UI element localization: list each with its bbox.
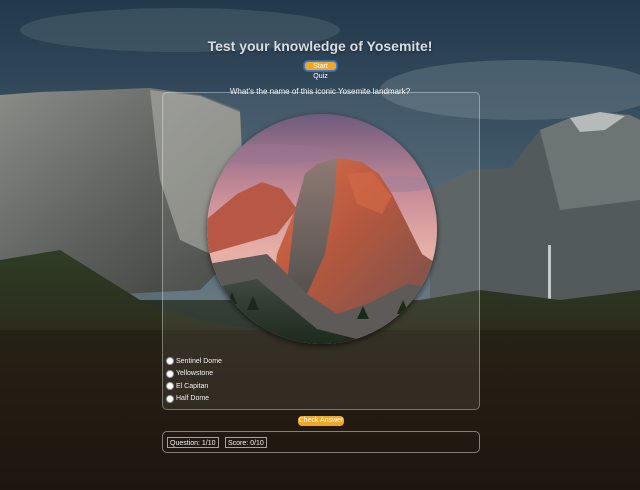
question-counter: Question: 1/10 bbox=[167, 437, 219, 448]
status-bar: Question: 1/10 Score: 0/10 bbox=[162, 431, 480, 453]
option-yellowstone[interactable]: Yellowstone bbox=[166, 368, 366, 381]
quiz-page: Test your knowledge of Yosemite! Start Q… bbox=[0, 0, 640, 490]
radio-button[interactable] bbox=[166, 369, 174, 378]
radio-button[interactable] bbox=[166, 357, 174, 366]
option-label: Half Dome bbox=[176, 395, 210, 403]
landmark-image bbox=[207, 114, 437, 344]
half-dome-illustration bbox=[207, 114, 437, 344]
radio-button[interactable] bbox=[166, 382, 174, 391]
score-display: Score: 0/10 bbox=[225, 437, 267, 448]
start-quiz-button[interactable]: Start Quiz bbox=[304, 61, 337, 80]
option-label: Yellowstone bbox=[176, 370, 214, 378]
option-el-capitan[interactable]: El Capitan bbox=[166, 380, 366, 393]
answer-options: Sentinel Dome Yellowstone El Capitan Hal… bbox=[166, 355, 366, 405]
option-label: El Capitan bbox=[176, 382, 209, 390]
check-answer-button[interactable]: Check Answer bbox=[298, 416, 344, 426]
option-label: Sentinel Dome bbox=[176, 357, 222, 365]
page-title: Test your knowledge of Yosemite! bbox=[207, 38, 433, 54]
option-sentinel-dome[interactable]: Sentinel Dome bbox=[166, 355, 366, 368]
option-half-dome[interactable]: Half Dome bbox=[166, 393, 366, 406]
radio-button[interactable] bbox=[166, 394, 174, 403]
